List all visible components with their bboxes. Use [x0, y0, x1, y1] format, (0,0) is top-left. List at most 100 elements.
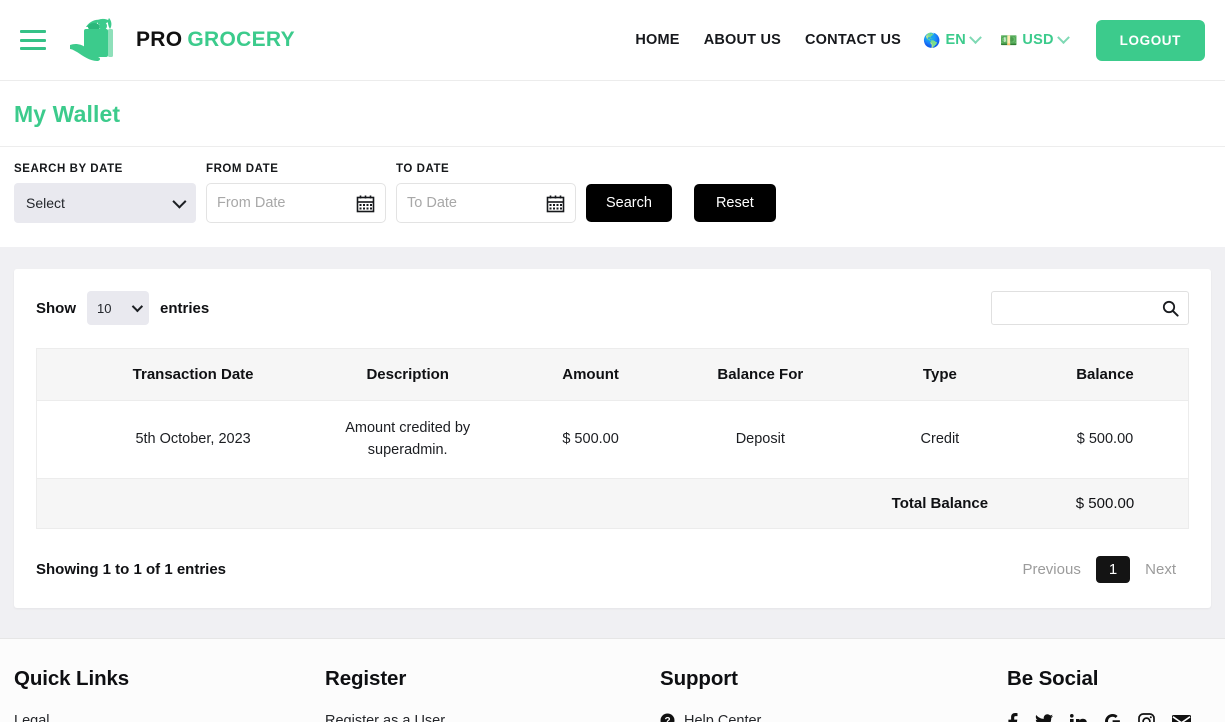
twitter-icon[interactable]: [1035, 714, 1053, 722]
column-header-type[interactable]: Type: [857, 348, 1022, 401]
cell-type: Credit: [857, 400, 1022, 479]
footer-blank-2: [297, 478, 519, 529]
question-circle-icon: ?: [660, 713, 675, 722]
search-icon[interactable]: [1162, 300, 1179, 317]
to-date-label: TO DATE: [396, 163, 450, 175]
footer-link-help-center[interactable]: ? Help Center: [660, 713, 1007, 722]
filter-row: SEARCH BY DATE Select FROM DATE From Dat…: [14, 163, 1211, 223]
brand-name-grocery: GROCERY: [187, 28, 295, 51]
cell-transaction-date: 5th October, 2023: [89, 400, 298, 479]
footer-heading-be-social: Be Social: [1007, 666, 1099, 690]
footer-column-support: Support ? Help Center: [660, 667, 1007, 722]
reset-button[interactable]: Reset: [693, 184, 776, 222]
table-header-spacer: [36, 348, 90, 401]
main-content: Show 10 entries Transaction Date Descrip…: [0, 247, 1225, 608]
nav-item-contact-us[interactable]: CONTACT US: [793, 32, 913, 48]
money-icon: 💵: [999, 32, 1018, 48]
social-icons: [1007, 712, 1207, 722]
table-foot: Total Balance $ 500.00: [36, 478, 1189, 529]
footer-link-register-as-user-label: Register as a User: [325, 712, 446, 722]
svg-text:?: ?: [664, 716, 670, 722]
footer-heading-register: Register: [325, 666, 407, 690]
footer-spacer: [36, 478, 90, 529]
cell-balance-for: Deposit: [662, 400, 858, 479]
footer-link-help-center-label: Help Center: [684, 712, 762, 722]
footer-blank-3: [518, 478, 663, 529]
wallet-table-card: Show 10 entries Transaction Date Descrip…: [14, 269, 1211, 608]
cell-balance: $ 500.00: [1022, 400, 1189, 479]
row-spacer: [36, 400, 90, 479]
search-by-date-value: Select: [26, 195, 65, 211]
site-header: PRO GROCERY HOME ABOUT US CONTACT US 🌎 EN…: [0, 0, 1225, 81]
chevron-down-icon: [969, 30, 982, 44]
globe-icon: 🌎: [923, 32, 941, 48]
nav-item-about-us[interactable]: ABOUT US: [692, 32, 793, 48]
cell-description: Amount credited by superadmin.: [297, 400, 519, 479]
to-date-placeholder: To Date: [407, 195, 457, 211]
google-icon[interactable]: [1104, 713, 1121, 722]
site-footer: Quick Links Legal Register Register as a…: [0, 637, 1225, 722]
calendar-icon[interactable]: [356, 194, 375, 213]
from-date-input[interactable]: From Date: [206, 183, 386, 223]
currency-label: USD: [1022, 32, 1054, 48]
column-header-transaction-date[interactable]: Transaction Date: [89, 348, 298, 401]
pagination-page-1[interactable]: 1: [1095, 555, 1131, 583]
table-footer-row: Total Balance $ 500.00: [36, 478, 1189, 529]
total-balance-label: Total Balance: [857, 478, 1022, 529]
language-label: EN: [945, 32, 966, 48]
wallet-transactions-table: Transaction Date Description Amount Bala…: [36, 348, 1189, 529]
nav-item-home[interactable]: HOME: [623, 32, 691, 48]
language-selector[interactable]: 🌎 EN: [913, 30, 990, 48]
table-controls: Show 10 entries: [36, 291, 1189, 325]
facebook-icon[interactable]: [1007, 712, 1018, 722]
showing-entries-text: Showing 1 to 1 of 1 entries: [36, 560, 227, 578]
page-title-bar: My Wallet: [0, 81, 1225, 146]
search-by-date-label: SEARCH BY DATE: [14, 163, 123, 175]
brand-logo[interactable]: PRO GROCERY: [68, 15, 295, 65]
column-header-description[interactable]: Description: [297, 348, 519, 401]
footer-link-register-as-user[interactable]: Register as a User: [325, 713, 660, 722]
footer-heading-support: Support: [660, 666, 738, 690]
pagination-previous[interactable]: Previous: [1009, 555, 1093, 584]
table-body: 5th October, 2023 Amount credited by sup…: [36, 400, 1189, 479]
table-header-row: Transaction Date Description Amount Bala…: [36, 348, 1189, 401]
search-by-date-field: SEARCH BY DATE Select: [14, 163, 196, 223]
show-label: Show: [36, 299, 76, 317]
column-header-balance[interactable]: Balance: [1022, 348, 1189, 401]
table-head: Transaction Date Description Amount Bala…: [36, 348, 1189, 401]
footer-link-legal-label: Legal: [14, 712, 50, 722]
pagination-next[interactable]: Next: [1132, 555, 1189, 584]
hamburger-icon[interactable]: [20, 30, 46, 50]
to-date-input[interactable]: To Date: [396, 183, 576, 223]
brand-text: PRO GROCERY: [136, 28, 295, 52]
search-button[interactable]: Search: [586, 184, 672, 222]
page-length-select[interactable]: 10: [87, 291, 149, 325]
email-icon[interactable]: [1172, 714, 1191, 722]
footer-link-legal[interactable]: Legal: [14, 713, 325, 722]
footer-column-register: Register Register as a User: [325, 667, 660, 722]
table-search-input[interactable]: [1000, 300, 1160, 316]
calendar-icon[interactable]: [546, 194, 565, 213]
currency-selector[interactable]: 💵 USD: [990, 30, 1078, 48]
entries-label: entries: [160, 299, 210, 317]
brand-name-pro: PRO: [136, 28, 183, 51]
logout-button[interactable]: LOGOUT: [1095, 19, 1205, 61]
to-date-field: TO DATE To Date: [396, 163, 576, 223]
instagram-icon[interactable]: [1138, 713, 1155, 722]
footer-column-quick-links: Quick Links Legal: [14, 667, 325, 722]
from-date-field: FROM DATE From Date: [206, 163, 386, 223]
linkedin-icon[interactable]: [1070, 713, 1087, 722]
footer-blank-4: [662, 478, 858, 529]
table-search-box[interactable]: [991, 291, 1189, 325]
page-title: My Wallet: [14, 101, 121, 127]
column-header-balance-for[interactable]: Balance For: [662, 348, 858, 401]
from-date-label: FROM DATE: [206, 163, 279, 175]
show-entries-control: Show 10 entries: [36, 291, 209, 325]
grocery-bag-hand-logo: [70, 18, 113, 61]
column-header-amount[interactable]: Amount: [518, 348, 663, 401]
footer-column-be-social: Be Social: [1007, 667, 1207, 722]
chevron-down-icon: [1056, 30, 1070, 44]
search-by-date-select[interactable]: Select: [14, 183, 196, 223]
filter-section: SEARCH BY DATE Select FROM DATE From Dat…: [0, 146, 1225, 247]
footer-blank-1: [89, 478, 298, 529]
